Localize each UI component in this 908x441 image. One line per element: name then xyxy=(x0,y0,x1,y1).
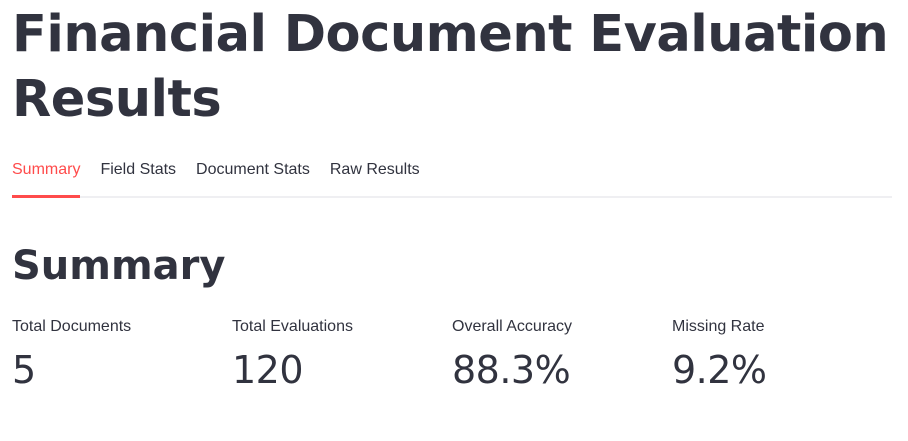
metric-missing-rate: Missing Rate 9.2% xyxy=(672,316,892,396)
metric-total-documents: Total Documents 5 xyxy=(12,316,232,396)
section-title-summary: Summary xyxy=(12,243,226,289)
metrics-row: Total Documents 5 Total Evaluations 120 … xyxy=(12,316,892,396)
page-container: Financial Document Evaluation Results Su… xyxy=(12,0,892,392)
metric-value: 88.3% xyxy=(452,348,571,392)
metric-label: Overall Accuracy xyxy=(452,318,573,335)
tab-summary[interactable]: Summary xyxy=(12,152,81,198)
metric-label: Total Documents xyxy=(12,318,132,335)
tab-field-stats[interactable]: Field Stats xyxy=(100,152,176,196)
metric-label: Total Evaluations xyxy=(232,318,353,335)
tab-document-stats[interactable]: Document Stats xyxy=(196,152,310,196)
metric-label: Missing Rate xyxy=(672,318,765,335)
metric-overall-accuracy: Overall Accuracy 88.3% xyxy=(452,316,672,396)
metric-value: 5 xyxy=(12,348,36,392)
metric-value: 9.2% xyxy=(672,348,767,392)
page-title: Financial Document Evaluation Results xyxy=(12,5,889,129)
metric-total-evaluations: Total Evaluations 120 xyxy=(232,316,452,396)
tab-raw-results[interactable]: Raw Results xyxy=(330,152,420,196)
tab-bar: Summary Field Stats Document Stats Raw R… xyxy=(12,152,892,198)
metric-value: 120 xyxy=(232,348,304,392)
